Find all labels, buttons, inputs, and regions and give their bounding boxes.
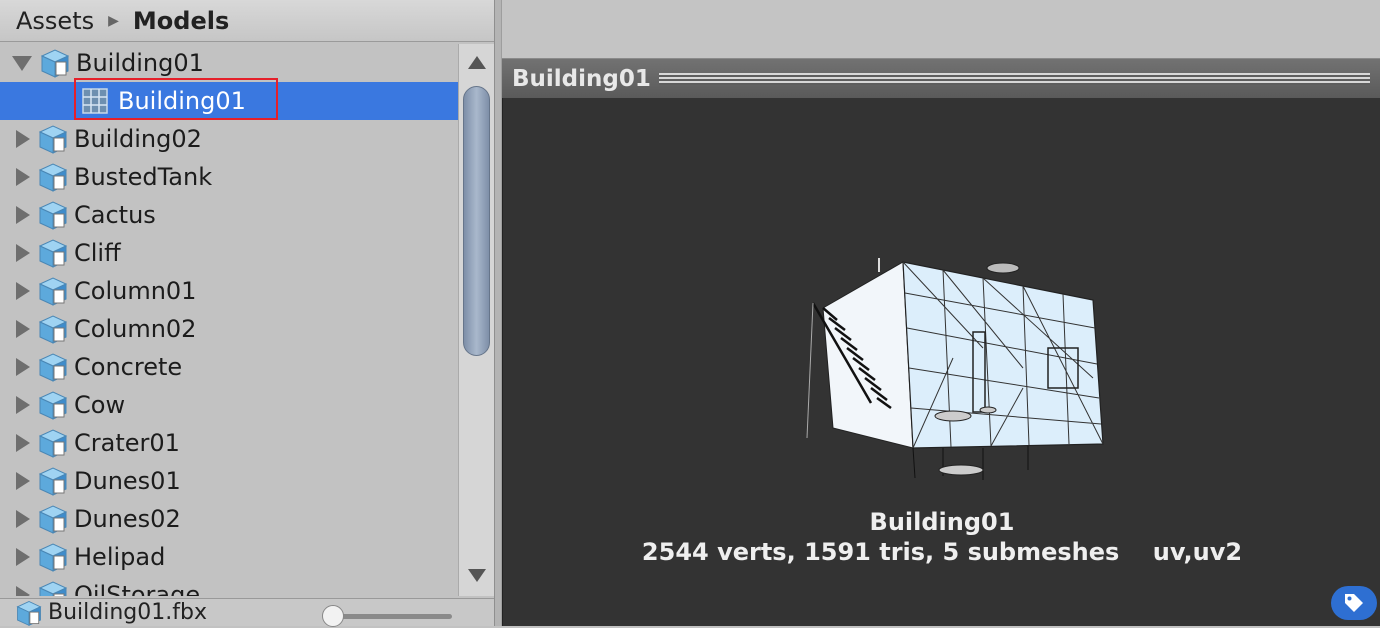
expand-arrow-icon[interactable] — [16, 548, 30, 566]
project-panel: Assets ▶ Models Building01 Building01 Bu… — [0, 0, 494, 627]
model-cube-icon — [38, 163, 68, 192]
tree-item-label: Concrete — [74, 353, 183, 381]
building-model-render — [806, 258, 1104, 480]
breadcrumb-separator-icon: ▶ — [108, 12, 119, 29]
tag-button[interactable] — [1331, 586, 1377, 620]
scroll-down-arrow-icon[interactable] — [468, 569, 486, 582]
expand-arrow-icon[interactable] — [16, 396, 30, 414]
model-cube-icon — [38, 391, 68, 420]
model-cube-icon — [38, 581, 68, 596]
tree-item[interactable]: Dunes02 — [0, 500, 458, 538]
model-cube-icon — [38, 429, 68, 458]
panel-divider[interactable] — [494, 0, 502, 626]
tree-item-expanded[interactable]: Building01 — [0, 44, 458, 82]
tree-item-label: Cliff — [74, 239, 121, 267]
preview-header[interactable]: Building01 — [502, 58, 1380, 98]
tree-item[interactable]: OilStorage — [0, 576, 458, 596]
tree-item[interactable]: Column01 — [0, 272, 458, 310]
expand-arrow-icon[interactable] — [16, 358, 30, 376]
inspector-area — [502, 0, 1380, 58]
tree-item[interactable]: Concrete — [0, 348, 458, 386]
status-bar: Building01.fbx — [0, 598, 494, 627]
tree-item[interactable]: Column02 — [0, 310, 458, 348]
breadcrumb-current[interactable]: Models — [133, 7, 229, 35]
zoom-slider-knob[interactable] — [322, 605, 344, 627]
zoom-slider-track[interactable] — [330, 614, 452, 619]
model-cube-icon — [38, 315, 68, 344]
tree-item-label: Building01 — [76, 49, 204, 77]
scroll-up-arrow-icon[interactable] — [468, 56, 486, 69]
tree-item[interactable]: Building02 — [0, 120, 458, 158]
tree-item-label: Building02 — [74, 125, 202, 153]
expand-arrow-icon[interactable] — [16, 472, 30, 490]
model-cube-icon — [38, 543, 68, 572]
model-cube-icon — [38, 125, 68, 154]
mesh-stats-label: 2544 verts, 1591 tris, 5 submeshes uv,uv… — [641, 538, 1243, 566]
tree-item[interactable]: Helipad — [0, 538, 458, 576]
tree-item[interactable]: Cliff — [0, 234, 458, 272]
model-cube-icon — [38, 467, 68, 496]
expand-arrow-icon[interactable] — [16, 282, 30, 300]
model-cube-icon — [38, 353, 68, 382]
tree-item-label: Cactus — [74, 201, 156, 229]
expand-arrow-icon[interactable] — [16, 320, 30, 338]
preview-title: Building01 — [512, 65, 651, 92]
expand-arrow-icon[interactable] — [16, 244, 30, 262]
resize-grip[interactable] — [658, 72, 1370, 85]
asset-tree: Building01 Building01 Building02 BustedTa… — [0, 44, 458, 596]
mesh-grid-icon — [82, 88, 108, 114]
tree-item-label: Crater01 — [74, 429, 180, 457]
expand-arrow-icon[interactable] — [12, 55, 32, 71]
tree-item-label: Column01 — [74, 277, 197, 305]
breadcrumb-root[interactable]: Assets — [16, 7, 94, 35]
expand-arrow-icon[interactable] — [16, 586, 30, 596]
expand-arrow-icon[interactable] — [16, 434, 30, 452]
tree-item[interactable]: Cactus — [0, 196, 458, 234]
tree-item-label: Building01 — [118, 87, 246, 115]
tree-item-mesh-selected[interactable]: Building01 — [0, 82, 458, 120]
tree-item[interactable]: BustedTank — [0, 158, 458, 196]
tree-item[interactable]: Cow — [0, 386, 458, 424]
expand-arrow-icon[interactable] — [16, 130, 30, 148]
tag-icon — [1345, 594, 1363, 612]
tree-item-label: Helipad — [74, 543, 166, 571]
tree-item-label: OilStorage — [74, 581, 201, 596]
model-cube-icon — [38, 505, 68, 534]
tree-item-label: Dunes02 — [74, 505, 181, 533]
selected-file-name: Building01.fbx — [48, 600, 207, 625]
scroll-thumb[interactable] — [463, 86, 490, 356]
tree-item[interactable]: Crater01 — [0, 424, 458, 462]
mesh-preview[interactable]: Building01 2544 verts, 1591 tris, 5 subm… — [502, 98, 1380, 626]
tree-item-label: Column02 — [74, 315, 197, 343]
breadcrumb: Assets ▶ Models — [0, 0, 494, 42]
tree-scrollbar[interactable] — [458, 44, 494, 596]
expand-arrow-icon[interactable] — [16, 206, 30, 224]
tree-item[interactable]: Dunes01 — [0, 462, 458, 500]
mesh-name-label: Building01 — [869, 508, 1015, 536]
tree-item-label: Cow — [74, 391, 126, 419]
model-cube-icon — [40, 49, 70, 78]
model-cube-icon — [16, 600, 42, 626]
expand-arrow-icon[interactable] — [16, 168, 30, 186]
model-cube-icon — [38, 277, 68, 306]
tree-item-label: BustedTank — [74, 163, 213, 191]
model-cube-icon — [38, 201, 68, 230]
model-cube-icon — [38, 239, 68, 268]
expand-arrow-icon[interactable] — [16, 510, 30, 528]
tree-item-label: Dunes01 — [74, 467, 181, 495]
